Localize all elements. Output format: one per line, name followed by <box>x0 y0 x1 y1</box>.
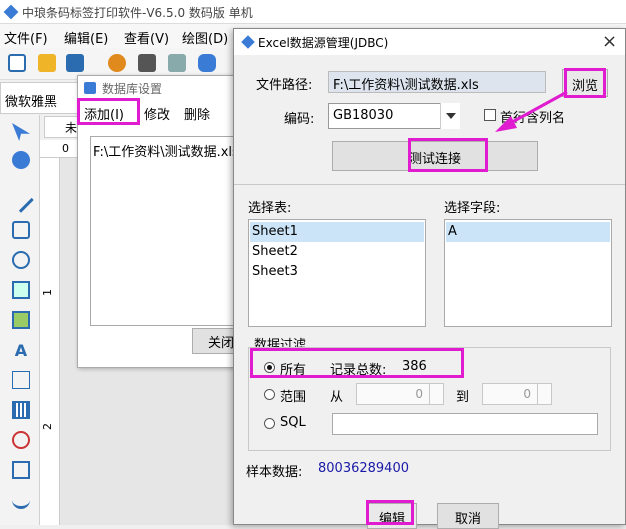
filter-sql-label: SQL <box>280 415 306 430</box>
image-icon[interactable] <box>12 281 30 299</box>
delete-menu[interactable]: 删除 <box>184 104 210 123</box>
sql-input[interactable] <box>332 413 598 435</box>
ellipse-icon[interactable] <box>12 251 30 269</box>
print-icon[interactable] <box>138 54 156 72</box>
menu-file[interactable]: 文件(F) <box>4 28 48 47</box>
save-icon[interactable] <box>66 54 84 72</box>
sample-data-value: 80036289400 <box>318 461 409 476</box>
cancel-button[interactable]: 取消 <box>437 503 499 529</box>
document-tab-label: 未 <box>65 121 78 135</box>
ruler-mark: 0 <box>62 142 69 155</box>
menu-edit[interactable]: 编辑(E) <box>64 28 108 47</box>
modify-menu[interactable]: 修改 <box>144 104 170 123</box>
dialog-titlebar: Excel数据源管理(JDBC) × <box>234 29 625 55</box>
chevron-down-icon[interactable] <box>440 103 460 129</box>
qrcode-icon[interactable] <box>12 461 30 479</box>
record-count-value: 386 <box>402 359 427 374</box>
range-from-stepper[interactable]: 0 <box>356 383 444 405</box>
menu-draw[interactable]: 绘图(D) <box>182 28 228 47</box>
add-menu[interactable]: 添加(I) <box>84 104 124 123</box>
dialog-menubar: 添加(I) 修改 删除 <box>78 100 241 124</box>
stepper-arrows-icon[interactable] <box>537 384 551 404</box>
print-preview-icon[interactable] <box>168 54 186 72</box>
vertical-ruler: 1 2 <box>40 158 60 525</box>
app-logo-icon <box>3 4 19 20</box>
field-list[interactable]: A <box>444 219 612 327</box>
filter-all-radio[interactable] <box>264 362 275 373</box>
drawing-toolbar: A <box>0 115 40 525</box>
divider <box>234 184 625 185</box>
pointer-icon[interactable] <box>12 123 30 141</box>
curve-icon[interactable] <box>12 491 30 509</box>
filter-range-radio[interactable] <box>264 389 275 400</box>
excel-icon <box>241 35 255 49</box>
picture-icon[interactable] <box>12 311 30 329</box>
rectangle-icon[interactable] <box>12 221 30 239</box>
stepper-arrows-icon[interactable] <box>429 384 443 404</box>
font-select[interactable]: 微软雅黑 <box>0 82 78 114</box>
table-item-sheet2[interactable]: Sheet2 <box>250 242 424 262</box>
shape-icon[interactable] <box>12 431 30 449</box>
annotation-arrow-icon <box>495 90 568 132</box>
line-icon[interactable] <box>8 187 34 213</box>
range-to-stepper[interactable]: 0 <box>482 383 552 405</box>
dialog-title: 数据库设置 <box>102 82 163 96</box>
dialog-title: Excel数据源管理(JDBC) <box>258 36 389 50</box>
table-list[interactable]: Sheet1 Sheet2 Sheet3 <box>248 219 426 327</box>
sample-data-label: 样本数据: <box>246 465 303 480</box>
rich-text-icon[interactable] <box>12 371 30 389</box>
record-count-label: 记录总数: <box>330 363 387 378</box>
range-to-value: 0 <box>523 387 531 401</box>
path-label: 文件路径: <box>256 78 313 93</box>
database-settings-dialog: 数据库设置 添加(I) 修改 删除 F:\工作资料\测试数据.xls 关闭 <box>77 75 242 368</box>
field-item-a[interactable]: A <box>446 222 610 242</box>
open-folder-icon[interactable] <box>38 54 56 72</box>
filter-all-label: 所有 <box>280 363 307 378</box>
text-icon[interactable]: A <box>12 341 30 360</box>
select-table-label: 选择表: <box>248 201 292 216</box>
app-titlebar: 中琅条码标签打印软件-V6.5.0 数码版 单机 <box>0 0 626 24</box>
table-item-sheet1[interactable]: Sheet1 <box>250 222 424 242</box>
ruler-mark: 1 <box>41 289 54 296</box>
filter-range-label: 范围 <box>280 390 307 405</box>
range-from-label: 从 <box>330 390 344 405</box>
filter-sql-radio[interactable] <box>264 418 275 429</box>
datasource-list[interactable]: F:\工作资料\测试数据.xls <box>90 136 240 326</box>
select-field-label: 选择字段: <box>444 201 501 216</box>
edit-button[interactable]: 编辑 <box>367 503 417 529</box>
ruler-mark: 2 <box>41 423 54 430</box>
font-name: 微软雅黑 <box>5 95 58 110</box>
list-item[interactable]: F:\工作资料\测试数据.xls <box>93 141 239 160</box>
close-icon[interactable]: × <box>602 31 617 52</box>
pan-icon[interactable] <box>12 151 30 169</box>
database-icon <box>84 82 96 94</box>
barcode-icon[interactable] <box>12 401 30 419</box>
encoding-label: 编码: <box>284 112 315 127</box>
table-item-sheet3[interactable]: Sheet3 <box>250 262 424 282</box>
menu-view[interactable]: 查看(V) <box>124 28 169 47</box>
database-icon[interactable] <box>198 54 216 72</box>
gear-icon[interactable] <box>108 54 126 72</box>
range-from-value: 0 <box>415 387 423 401</box>
test-connection-button[interactable]: 测试连接 <box>332 141 538 171</box>
new-icon[interactable] <box>8 54 26 72</box>
app-title: 中琅条码标签打印软件-V6.5.0 数码版 单机 <box>22 6 253 20</box>
range-to-label: 到 <box>456 390 470 405</box>
